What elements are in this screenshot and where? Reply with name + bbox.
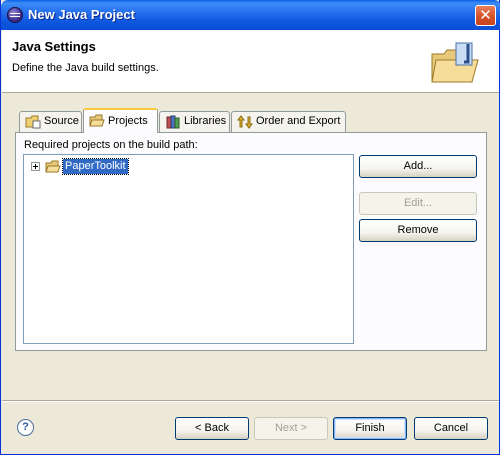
add-button[interactable]: Add... — [359, 155, 477, 178]
source-folder-icon — [25, 115, 41, 129]
projects-tab-panel: Required projects on the build path: Pap… — [15, 132, 487, 351]
wizard-header: Java Settings Define the Java build sett… — [2, 30, 499, 93]
tab-source[interactable]: Source — [19, 111, 82, 132]
help-icon[interactable]: ? — [17, 419, 34, 436]
tab-libraries-label: Libraries — [184, 115, 227, 127]
title-bar[interactable]: New Java Project ✕ — [1, 0, 500, 30]
tree-item-label[interactable]: PaperToolkit — [62, 158, 129, 175]
page-title: Java Settings — [12, 39, 96, 54]
remove-button[interactable]: Remove — [359, 219, 477, 242]
close-button[interactable]: ✕ — [475, 5, 496, 26]
tab-projects[interactable]: Projects — [83, 108, 158, 133]
libraries-icon — [166, 115, 180, 129]
expand-icon[interactable] — [31, 162, 40, 171]
close-icon: ✕ — [479, 7, 492, 24]
footer-separator — [2, 400, 499, 402]
edit-button[interactable]: Edit... — [359, 192, 477, 215]
finish-button[interactable]: Finish — [333, 417, 407, 440]
project-folder-icon — [45, 160, 61, 173]
order-export-icon — [237, 115, 253, 129]
tab-projects-label: Projects — [108, 115, 148, 127]
cancel-button[interactable]: Cancel — [414, 417, 488, 440]
next-button[interactable]: Next > — [254, 417, 328, 440]
new-java-project-dialog: New Java Project ✕ Java Settings Define … — [0, 0, 500, 455]
tab-order-and-export[interactable]: Order and Export — [231, 111, 346, 132]
required-projects-tree[interactable]: PaperToolkit — [23, 154, 354, 344]
projects-folder-icon — [89, 114, 105, 127]
tab-order-and-export-label: Order and Export — [256, 115, 341, 127]
tree-item-papertoolkit[interactable]: PaperToolkit — [28, 158, 208, 175]
tab-source-label: Source — [44, 115, 79, 127]
window-title: New Java Project — [28, 7, 135, 22]
page-description: Define the Java build settings. — [12, 62, 159, 74]
eclipse-icon — [7, 7, 23, 23]
required-projects-label: Required projects on the build path: — [24, 139, 198, 151]
java-project-folder-icon — [431, 42, 479, 83]
back-button[interactable]: < Back — [175, 417, 249, 440]
tab-libraries[interactable]: Libraries — [159, 111, 230, 132]
